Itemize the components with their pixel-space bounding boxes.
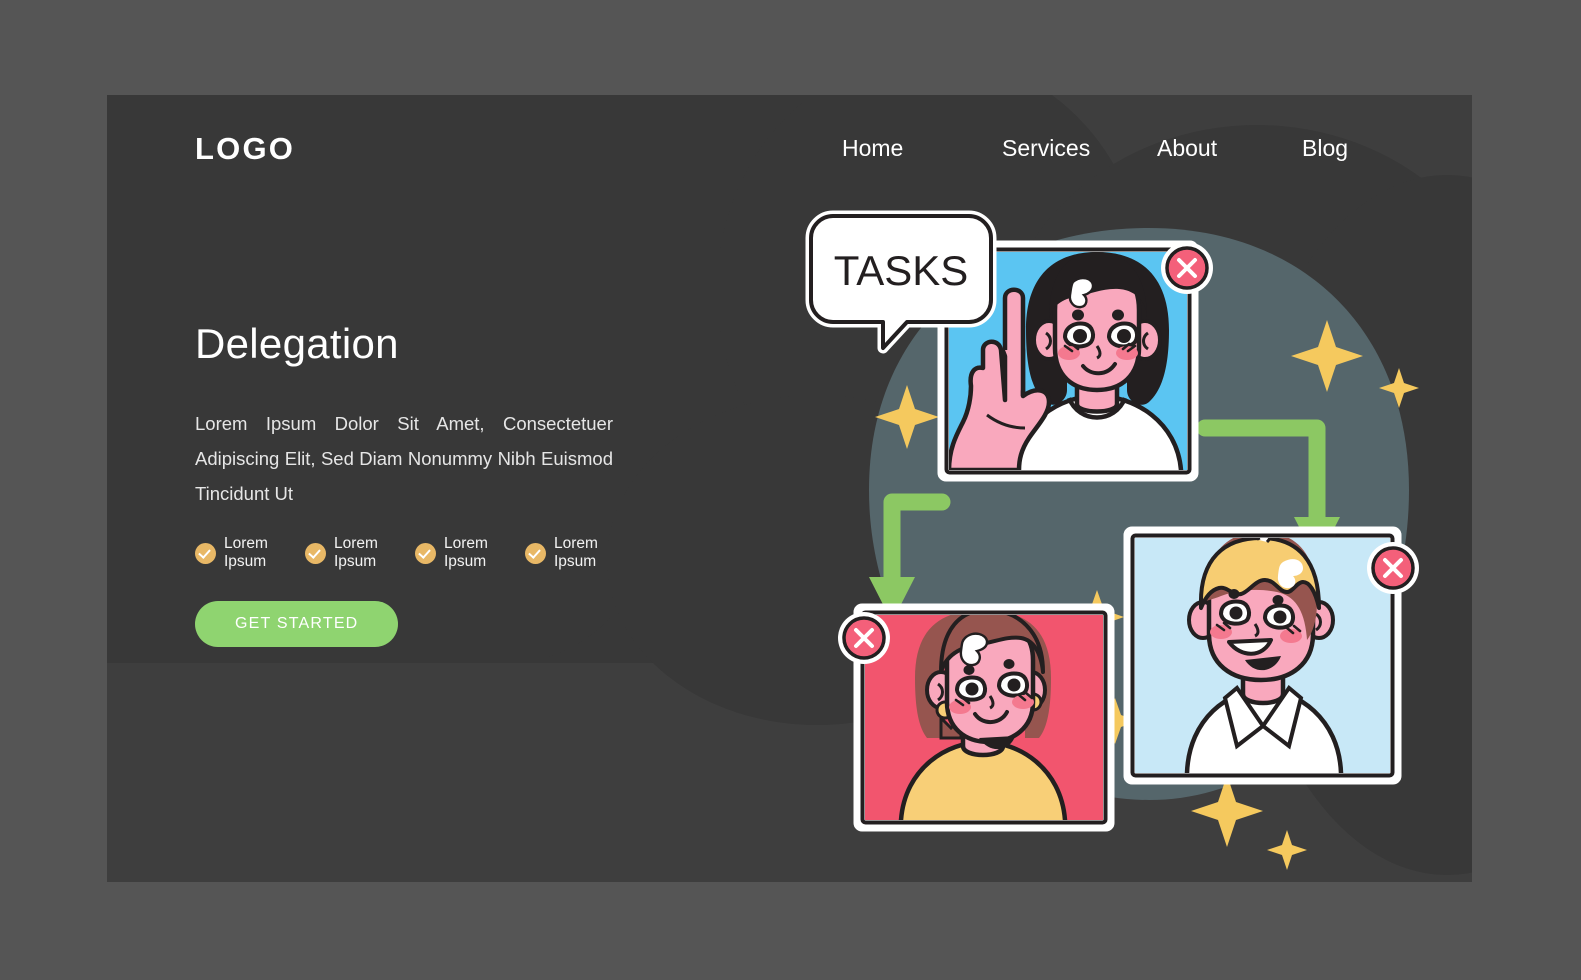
nav-item-home[interactable]: Home <box>842 135 1002 162</box>
nav-item-services[interactable]: Services <box>1002 135 1157 162</box>
screenshot-root: TASKS LOGO Home Services About Blog Dele… <box>0 0 1581 980</box>
video-card-woman-brown-hair <box>853 603 1115 832</box>
check-circle-icon <box>305 542 326 564</box>
nav-item-blog[interactable]: Blog <box>1302 135 1348 162</box>
feature-item-1[interactable]: Lorem Ipsum <box>195 535 305 571</box>
feature-item-3[interactable]: Lorem Ipsum <box>415 535 525 571</box>
feature-item-4[interactable]: Lorem Ipsum <box>525 535 635 571</box>
feature-label: Lorem Ipsum <box>444 535 488 570</box>
main-nav: Home Services About Blog <box>842 135 1348 162</box>
close-badge-top <box>1161 242 1213 294</box>
get-started-button[interactable]: GET STARTED <box>195 601 399 647</box>
speech-bubble-label: TASKS <box>834 247 969 294</box>
close-badge-right <box>1367 542 1419 594</box>
logo[interactable]: LOGO <box>195 131 295 167</box>
site-header: LOGO Home Services About Blog <box>107 95 1472 215</box>
video-card-man-blond <box>1123 526 1402 785</box>
feature-list: Lorem Ipsum Lorem Ipsum Lorem Ipsum Lore… <box>195 535 635 571</box>
feature-item-2[interactable]: Lorem Ipsum <box>305 535 415 571</box>
hero-description: Lorem Ipsum Dolor Sit Amet, Consectetuer… <box>195 413 613 504</box>
page-title: Delegation <box>195 320 399 367</box>
check-circle-icon <box>415 542 436 564</box>
landing-page-panel: TASKS LOGO Home Services About Blog Dele… <box>107 95 1472 882</box>
close-badge-left <box>838 612 890 664</box>
nav-item-about[interactable]: About <box>1157 135 1302 162</box>
feature-label: Lorem Ipsum <box>554 535 598 570</box>
feature-label: Lorem Ipsum <box>334 535 378 570</box>
hero-content: Delegation Lorem Ipsum Dolor Sit Amet, C… <box>195 320 635 647</box>
check-circle-icon <box>195 542 216 564</box>
feature-label: Lorem Ipsum <box>224 535 268 570</box>
check-circle-icon <box>525 542 546 564</box>
hero-illustration: TASKS <box>797 190 1472 870</box>
